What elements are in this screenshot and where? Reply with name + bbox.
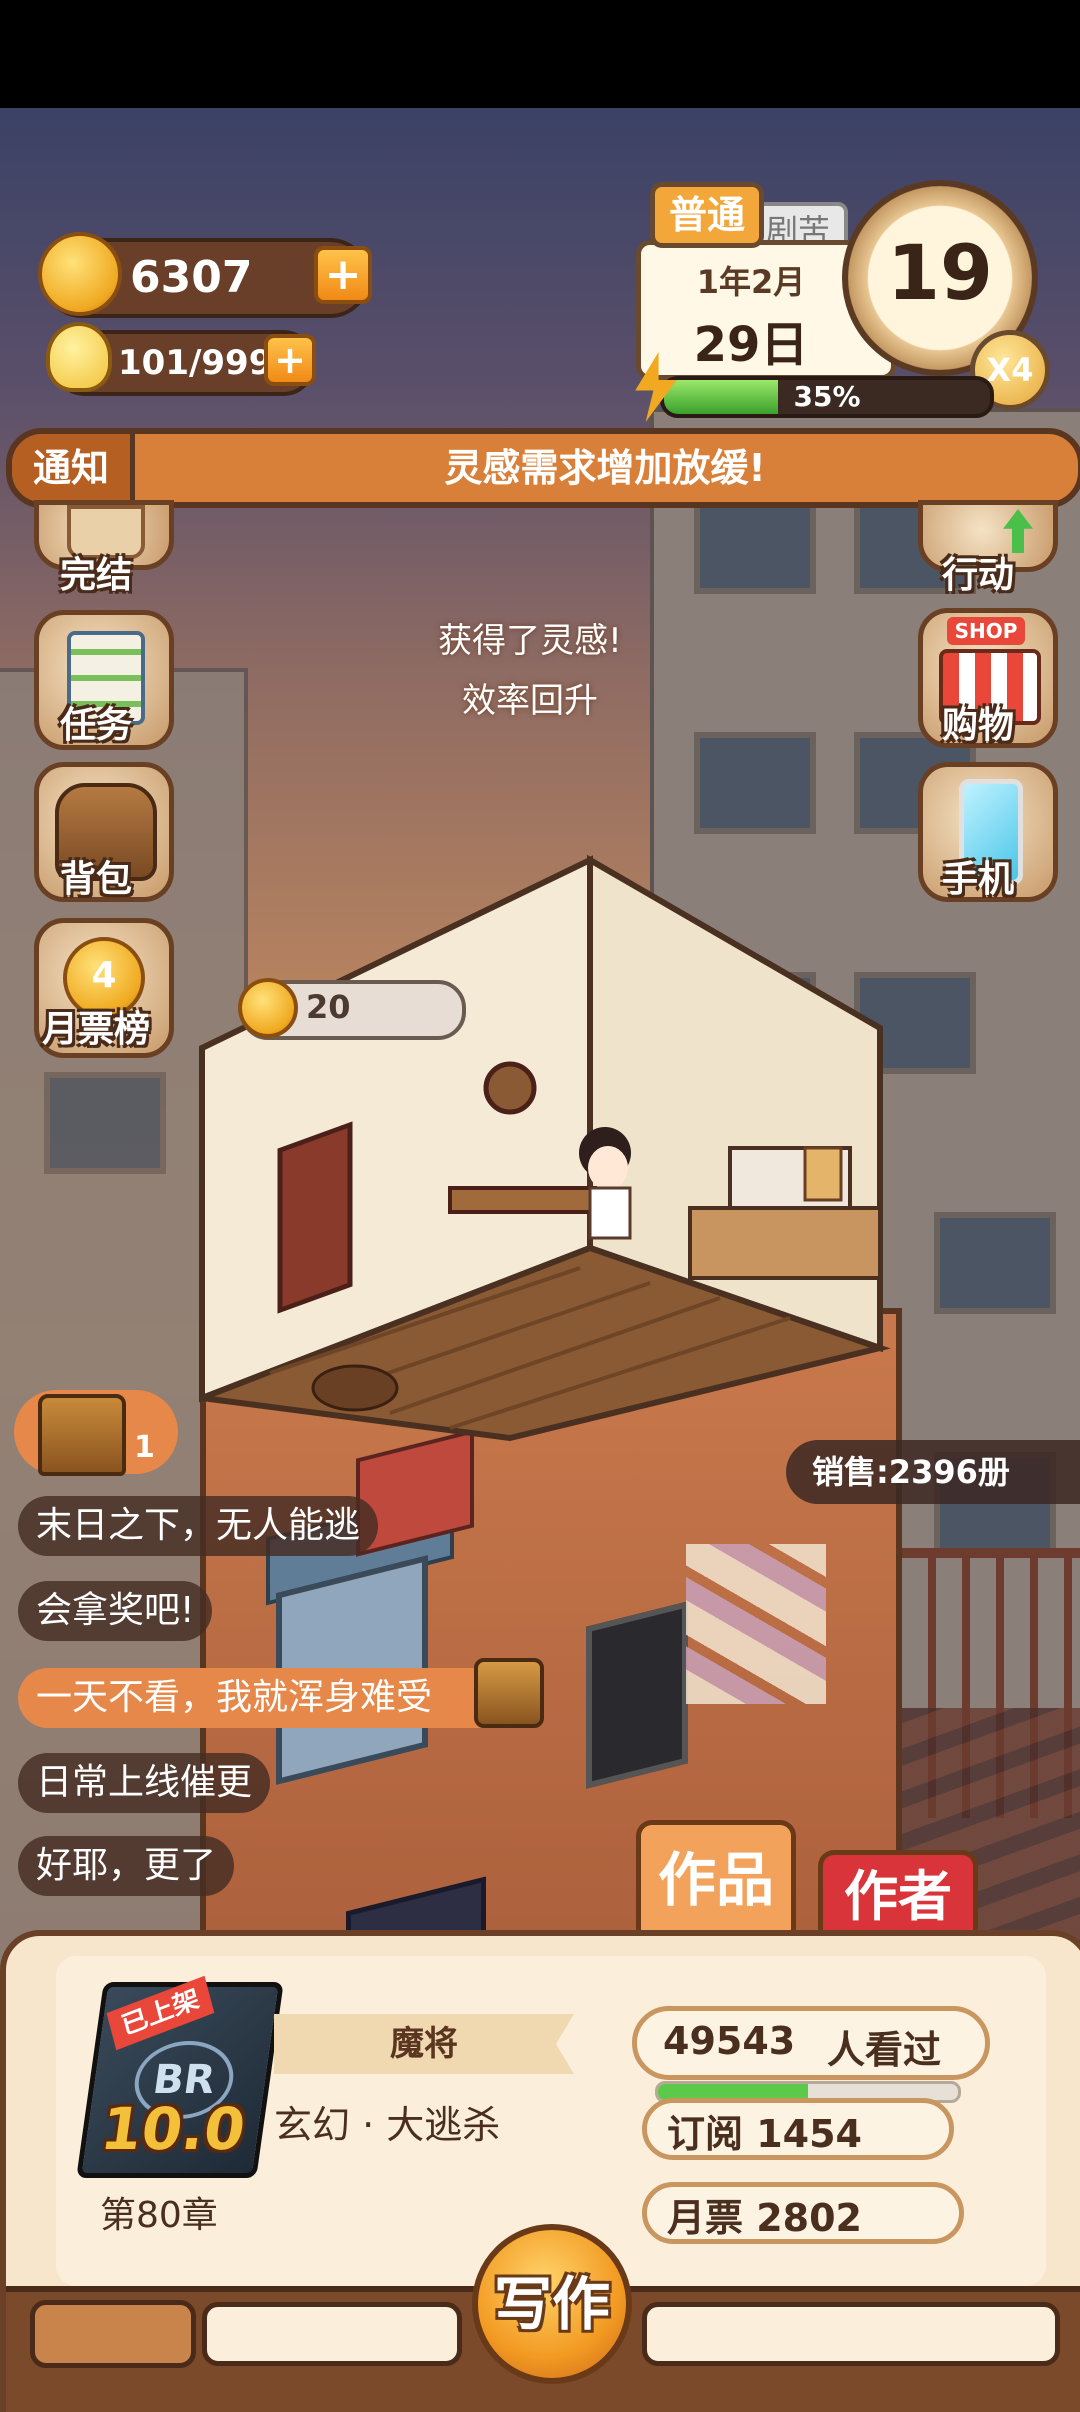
lightbulb-icon [46, 322, 112, 392]
treasure-chest-button[interactable]: 1 [14, 1390, 178, 1476]
tasks-label: 任务 [59, 705, 132, 746]
add-coins-button[interactable]: + [314, 246, 372, 304]
side-menu-left: 完结 任务 背包 4 月票榜 [22, 500, 182, 1060]
calendar-year-month: 1年2月 [696, 263, 806, 301]
write-button[interactable]: 写作 [472, 2224, 632, 2384]
notice-tag: 通知 [12, 434, 135, 502]
gain-message: 获得了灵感! [438, 621, 622, 661]
comment-bubble-highlight: 一天不看，我就浑身难受 [18, 1668, 513, 1728]
ticket-rank-label: 月票榜 [41, 1009, 150, 1050]
coin-icon [38, 232, 122, 316]
wall-notes [686, 1544, 826, 1704]
notice-banner: 通知 灵感需求增加放缓! [6, 428, 1080, 508]
clock-value: 19 [887, 228, 993, 317]
monthly-tickets-pill: 月票 2802 [642, 2182, 964, 2244]
inspiration-value: 101/999 [118, 343, 273, 383]
add-inspiration-button[interactable]: + [264, 334, 316, 386]
energy-bar: 35% [660, 376, 994, 418]
phone-label: 手机 [941, 859, 1014, 900]
coin-icon [238, 978, 298, 1038]
tab-works[interactable]: 作品 [636, 1820, 796, 1935]
finish-label: 完结 [59, 555, 132, 596]
bottom-slot-middle[interactable] [202, 2302, 462, 2366]
coin-bubble-value: 20 [306, 988, 351, 1026]
viewers-value: 49543 [663, 2019, 796, 2063]
book-score: 10.0 [96, 2095, 250, 2163]
difficulty-tag: 普通 [650, 182, 764, 248]
bottom-slot-left[interactable] [30, 2300, 196, 2368]
medal-badge: 4 [91, 955, 117, 996]
comment-bubble: 会拿奖吧! [18, 1581, 213, 1641]
coin-value: 6307 [130, 252, 253, 303]
bag-label: 背包 [59, 859, 132, 900]
bottom-slot-right[interactable] [642, 2302, 1060, 2366]
book-status-tag: 已上架 [106, 1975, 215, 2051]
shop-sign: SHOP [947, 617, 1025, 645]
chapter-label: 第80章 [100, 2195, 218, 2236]
comment-bubble: 日常上线催更 [18, 1753, 271, 1813]
coin-income-bubble[interactable]: 20 [238, 978, 466, 1040]
notice-message: 灵感需求增加放缓! [444, 446, 766, 490]
tab-author[interactable]: 作者 [818, 1850, 978, 1939]
treasure-chest-icon [38, 1394, 126, 1476]
treasure-count: 1 [134, 1430, 155, 1465]
comment-chest-icon [474, 1658, 544, 1728]
book-cover[interactable]: 已上架 BR 10.0 [76, 1975, 284, 2178]
calendar-day: 29日 [693, 317, 809, 373]
efficiency-message: 效率回升 [462, 681, 598, 721]
subscriptions-pill: 订阅 1454 [642, 2098, 954, 2160]
book-panel: 已上架 BR 10.0 第80章 魔将 玄幻 · 大逃杀 49543 人看过 订… [0, 1930, 1080, 2412]
sales-badge: 销售:2396册 [786, 1440, 1080, 1504]
side-menu-right: 行动 SHOP 购物 手机 [904, 500, 1064, 920]
comment-bubble: 好耶，更了 [18, 1836, 235, 1896]
action-label: 行动 [941, 555, 1014, 596]
shop-label: 购物 [941, 705, 1014, 746]
viewers-pill: 49543 人看过 [632, 2006, 990, 2103]
room [199, 854, 891, 1442]
energy-percent: 35% [793, 380, 861, 413]
door-dark [586, 1601, 688, 1789]
status-bar [0, 0, 1080, 108]
comment-bubble: 末日之下，无人能逃 [18, 1496, 379, 1556]
book-genre: 玄幻 · 大逃杀 [274, 2103, 501, 2147]
book-title: 魔将 [274, 2014, 574, 2074]
viewers-label: 人看过 [827, 2028, 942, 2072]
